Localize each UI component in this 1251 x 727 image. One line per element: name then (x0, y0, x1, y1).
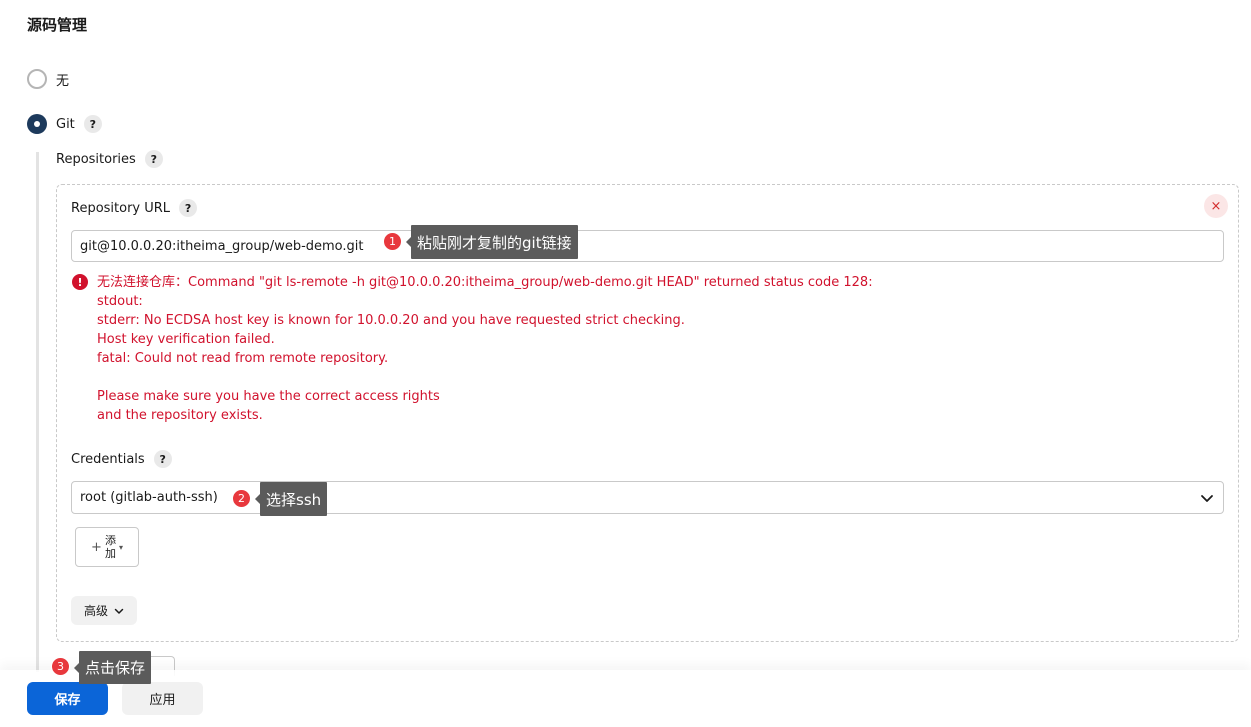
annotation-marker-1: 1 (383, 232, 402, 251)
section-title: 源码管理 (27, 16, 88, 34)
repositories-help-icon[interactable]: ? (144, 150, 163, 168)
git-section-indent-line (36, 152, 39, 672)
add-credentials-label: 添加 (104, 534, 116, 560)
credentials-selected-value: root (gitlab-auth-ssh) (80, 490, 218, 505)
annotation-marker-2: 2 (232, 489, 251, 508)
radio-checked-icon[interactable] (27, 114, 47, 134)
repositories-label: Repositories (56, 151, 136, 167)
save-button[interactable]: 保存 (27, 682, 108, 715)
apply-button[interactable]: 应用 (122, 682, 203, 715)
scm-option-none[interactable]: 无 (27, 69, 69, 89)
git-help-icon[interactable]: ? (83, 115, 102, 133)
radio-unchecked-icon[interactable] (27, 69, 47, 89)
annotation-callout-3: 点击保存 (73, 651, 152, 684)
advanced-label: 高级 (83, 604, 108, 618)
error-line: stdout: (97, 294, 143, 309)
annotation-marker-3: 3 (51, 657, 70, 676)
error-line: 无法连接仓库：Command "git ls-remote -h git@10.… (97, 275, 873, 290)
close-icon: × (1210, 198, 1222, 214)
error-line: stderr: No ECDSA host key is known for 1… (97, 313, 685, 328)
remove-repository-button[interactable]: × (1204, 194, 1228, 218)
scm-option-git-label: Git (56, 116, 75, 132)
add-credentials-button[interactable]: + 添加 ▾ (75, 527, 139, 567)
repository-url-label: Repository URL (71, 200, 171, 216)
error-line: Please make sure you have the correct ac… (97, 389, 440, 404)
scm-option-git[interactable]: Git ? (27, 114, 102, 134)
credentials-help-icon[interactable]: ? (153, 450, 172, 468)
credentials-header: Credentials ? (71, 450, 172, 468)
advanced-button[interactable]: 高级 (71, 596, 137, 625)
caret-down-icon: ▾ (118, 542, 123, 552)
connection-error-message: 无法连接仓库：Command "git ls-remote -h git@10.… (97, 273, 873, 425)
repositories-header: Repositories ? (56, 150, 163, 168)
error-icon: ! (72, 274, 88, 290)
annotation-callout-2: 选择ssh (254, 482, 328, 516)
annotation-callout-1: 粘贴刚才复制的git链接 (406, 225, 578, 259)
error-line: fatal: Could not read from remote reposi… (97, 351, 389, 366)
scm-option-none-label: 无 (56, 73, 70, 89)
repository-url-help-icon[interactable]: ? (179, 199, 198, 217)
repository-url-header: Repository URL ? (71, 199, 198, 217)
repository-url-input[interactable] (71, 230, 1224, 262)
plus-icon: + (91, 539, 102, 555)
error-line: and the repository exists. (97, 408, 263, 423)
credentials-label: Credentials (71, 451, 145, 467)
error-line (97, 368, 873, 387)
chevron-down-icon (114, 608, 124, 614)
chevron-down-icon (1201, 494, 1213, 502)
error-line: Host key verification failed. (97, 332, 275, 347)
